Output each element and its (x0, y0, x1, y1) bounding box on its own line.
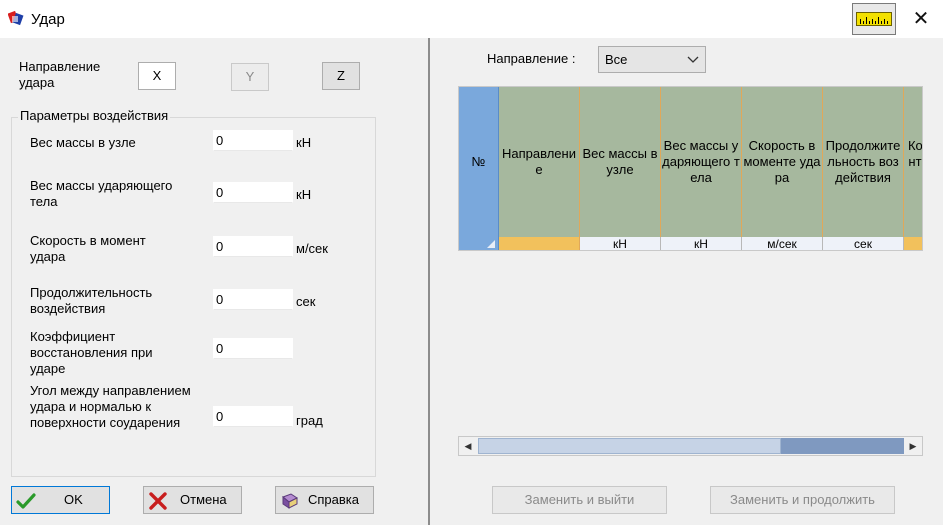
column-header-impact-mass[interactable]: Вес массы ударяющего тела (661, 87, 742, 237)
param-impact-mass-label: Вес массы ударяющего тела (30, 178, 173, 209)
axis-y-button[interactable]: Y (231, 63, 269, 91)
title-bar (0, 0, 943, 38)
column-header-number[interactable]: № (459, 87, 499, 237)
ruler-icon (856, 12, 892, 26)
params-group-title: Параметры воздействия (18, 108, 171, 124)
help-book-icon (280, 491, 300, 511)
param-restitution-input[interactable]: 0 (213, 338, 293, 359)
param-node-mass-unit: кН (296, 135, 312, 150)
direction-filter-label: Направление : (487, 51, 576, 66)
corner-cell[interactable] (459, 237, 499, 250)
replace-exit-button[interactable]: Заменить и выйти (492, 486, 667, 514)
column-header-restitution[interactable]: Коэффициент восстановления (904, 87, 922, 237)
param-duration-unit: сек (296, 294, 316, 309)
unit-cell-node-mass: кН (580, 237, 661, 250)
replace-continue-button[interactable]: Заменить и продолжить (710, 486, 895, 514)
app-icon (7, 10, 24, 26)
param-impact-mass-unit: кН (296, 187, 312, 202)
x-icon (148, 491, 168, 511)
chevron-down-icon (687, 50, 699, 71)
param-duration-label: Продолжительность воздействия (30, 285, 153, 316)
scroll-track[interactable] (781, 438, 904, 454)
pane-divider[interactable] (428, 38, 430, 525)
direction-filter-value: Все (605, 52, 628, 67)
axis-z-button[interactable]: Z (322, 62, 360, 90)
unit-cell-direction (499, 237, 580, 250)
param-node-mass-label: Вес массы в узле (30, 135, 136, 150)
check-icon (16, 491, 36, 511)
impact-table: № Направление Вес массы в узле Вес массы… (458, 86, 923, 251)
column-header-direction[interactable]: Направление (499, 87, 580, 237)
close-icon[interactable]: ✕ (902, 4, 940, 34)
scroll-right-icon[interactable]: ▶ (904, 437, 922, 455)
help-button[interactable]: Справка (275, 486, 374, 514)
param-duration-input[interactable]: 0 (213, 289, 293, 310)
param-impact-mass-input[interactable]: 0 (213, 182, 293, 203)
column-header-velocity[interactable]: Скорость в моменте удара (742, 87, 823, 237)
window-title: Удар (31, 11, 65, 28)
scroll-left-icon[interactable]: ◀ (459, 437, 477, 455)
unit-cell-impact-mass: кН (661, 237, 742, 250)
ok-button[interactable]: OK (11, 486, 110, 514)
cancel-button[interactable]: Отмена (143, 486, 242, 514)
direction-label: Направление удара (19, 59, 101, 90)
param-restitution-label: Коэффициент восстановления при ударе (30, 329, 153, 376)
scroll-thumb[interactable] (478, 438, 781, 454)
param-node-mass-input[interactable]: 0 (213, 130, 293, 151)
param-angle-label: Угол между направлением удара и нормалью… (30, 383, 191, 430)
param-angle-unit: град (296, 413, 323, 428)
unit-cell-restitution (904, 237, 922, 250)
horizontal-scrollbar[interactable]: ◀ ▶ (458, 436, 923, 456)
param-velocity-input[interactable]: 0 (213, 236, 293, 257)
direction-filter-select[interactable]: Все (598, 46, 706, 73)
axis-x-button[interactable]: X (138, 62, 176, 90)
param-angle-input[interactable]: 0 (213, 406, 293, 427)
unit-cell-duration: сек (823, 237, 904, 250)
param-velocity-label: Скорость в момент удара (30, 233, 146, 264)
column-header-duration[interactable]: Продолжительность воздействия (823, 87, 904, 237)
ruler-button[interactable] (852, 3, 896, 35)
column-header-node-mass[interactable]: Вес массы в узле (580, 87, 661, 237)
unit-cell-velocity: м/сек (742, 237, 823, 250)
param-velocity-unit: м/сек (296, 241, 328, 256)
